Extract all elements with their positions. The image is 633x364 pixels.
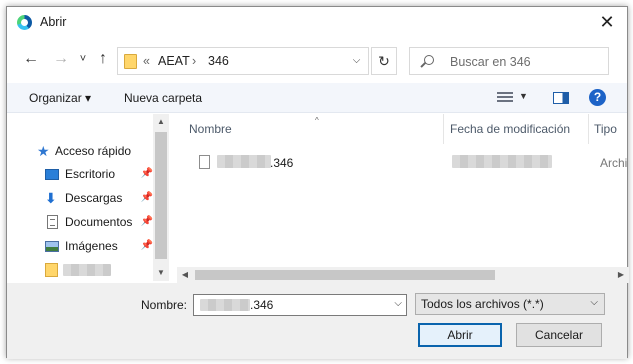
- address-history-dropdown[interactable]: ⌵: [344, 48, 368, 74]
- column-header-type[interactable]: Tipo: [594, 122, 617, 136]
- scroll-left-icon[interactable]: ◀: [177, 267, 193, 283]
- sidebar-scrollbar[interactable]: ▲ ▼: [153, 114, 169, 281]
- sidebar-item-label: Acceso rápido: [55, 144, 132, 158]
- search-box[interactable]: Buscar en 346: [409, 47, 609, 75]
- documents-icon: [47, 215, 58, 229]
- command-bar: Organizar ▾ Nueva carpeta ▼ ?: [7, 83, 627, 113]
- open-button[interactable]: Abrir: [418, 323, 502, 347]
- pin-icon: 📌: [140, 216, 153, 227]
- breadcrumb-separator-icon: ›: [192, 54, 197, 68]
- scroll-up-icon[interactable]: ▲: [153, 114, 169, 130]
- file-list-horizontal-scrollbar[interactable]: ◀ ▶: [177, 267, 629, 283]
- navigation-pane: ★ Acceso rápido Escritorio 📌 ⬇ Descargas…: [7, 114, 169, 281]
- view-dropdown-icon[interactable]: ▼: [519, 91, 528, 101]
- column-divider[interactable]: [443, 114, 444, 144]
- file-type-filter-value: Todos los archivos (*.*): [421, 297, 544, 311]
- folder-icon: [124, 54, 137, 69]
- file-list: ^ Nombre Fecha de modificación Tipo .346…: [169, 114, 629, 281]
- search-placeholder: Buscar en 346: [450, 55, 531, 69]
- help-icon[interactable]: ?: [589, 89, 606, 106]
- back-button[interactable]: ←: [21, 49, 41, 69]
- sidebar-item-pictures[interactable]: Imágenes 📌: [7, 235, 153, 257]
- recent-locations-button[interactable]: ˅: [73, 49, 93, 69]
- pin-icon: 📌: [140, 168, 153, 179]
- filename-input[interactable]: .346 ⌵: [193, 294, 407, 316]
- preview-pane-icon[interactable]: [553, 92, 569, 104]
- search-icon: [424, 55, 434, 65]
- redacted-file-name: [217, 155, 271, 168]
- sidebar-item-label: Documentos: [65, 215, 133, 229]
- sidebar-item-desktop[interactable]: Escritorio 📌: [7, 163, 153, 185]
- sidebar-item-label: Descargas: [65, 191, 123, 205]
- open-file-dialog: Abrir ✕ ← → ˅ ↑ « AEAT › 346 ⌵ ↻ Buscar …: [6, 6, 629, 359]
- dialog-footer: Nombre: .346 ⌵ Todos los archivos (*.*) …: [7, 283, 627, 359]
- redacted-folder-name: [63, 264, 111, 276]
- sidebar-item-folder[interactable]: [7, 259, 153, 281]
- refresh-button[interactable]: ↻: [371, 47, 397, 75]
- title-bar: Abrir ✕: [7, 7, 627, 37]
- pin-icon: 📌: [140, 192, 153, 203]
- redacted-filename: [200, 299, 250, 311]
- close-button[interactable]: ✕: [587, 7, 627, 37]
- file-type-filter-select[interactable]: Todos los archivos (*.*) ⌵: [415, 293, 605, 315]
- sidebar-item-documents[interactable]: Documentos 📌: [7, 211, 153, 233]
- column-divider[interactable]: [588, 114, 589, 144]
- desktop-icon: [45, 169, 59, 180]
- filename-label: Nombre:: [141, 298, 188, 312]
- column-header-name[interactable]: Nombre: [189, 122, 232, 136]
- scroll-down-icon[interactable]: ▼: [153, 265, 169, 281]
- sort-indicator-icon: ^: [315, 116, 319, 125]
- view-options-icon[interactable]: [497, 92, 513, 103]
- cancel-button[interactable]: Cancelar: [516, 323, 602, 347]
- chevron-down-icon: ⌵: [590, 297, 598, 308]
- address-bar[interactable]: « AEAT › 346 ⌵: [117, 47, 369, 75]
- filename-extension: .346: [250, 298, 274, 312]
- address-overflow-indicator[interactable]: «: [143, 54, 150, 68]
- sidebar-item-quick-access[interactable]: ★ Acceso rápido: [7, 140, 153, 162]
- folder-icon: [45, 263, 58, 277]
- new-folder-button[interactable]: Nueva carpeta: [124, 91, 202, 105]
- pictures-icon: [45, 241, 59, 252]
- chevron-down-icon[interactable]: ⌵: [394, 298, 402, 309]
- sidebar-item-label: Escritorio: [65, 167, 116, 181]
- navigation-bar: ← → ˅ ↑ « AEAT › 346 ⌵ ↻ Buscar en 346: [7, 43, 627, 77]
- redacted-modified-date: [452, 155, 552, 168]
- file-type: Archi: [600, 156, 628, 170]
- pin-icon: 📌: [140, 240, 153, 251]
- scroll-right-icon[interactable]: ▶: [613, 267, 629, 283]
- scrollbar-thumb[interactable]: [195, 270, 495, 280]
- dialog-title: Abrir: [40, 15, 67, 29]
- breadcrumb-aeat[interactable]: AEAT: [158, 54, 190, 68]
- up-button[interactable]: ↑: [93, 49, 113, 69]
- download-icon: ⬇: [45, 190, 57, 206]
- file-name-extension: .346: [270, 156, 294, 170]
- breadcrumb-346[interactable]: 346: [208, 54, 229, 68]
- column-header-modified[interactable]: Fecha de modificación: [450, 122, 570, 136]
- edge-browser-icon: [17, 15, 32, 30]
- sidebar-item-downloads[interactable]: ⬇ Descargas 📌: [7, 187, 153, 209]
- sidebar-item-label: Imágenes: [65, 239, 118, 253]
- scrollbar-thumb[interactable]: [155, 132, 167, 259]
- forward-button[interactable]: →: [51, 49, 71, 69]
- star-icon: ★: [37, 143, 50, 159]
- file-icon: [199, 155, 210, 169]
- organize-menu[interactable]: Organizar ▾: [29, 91, 91, 105]
